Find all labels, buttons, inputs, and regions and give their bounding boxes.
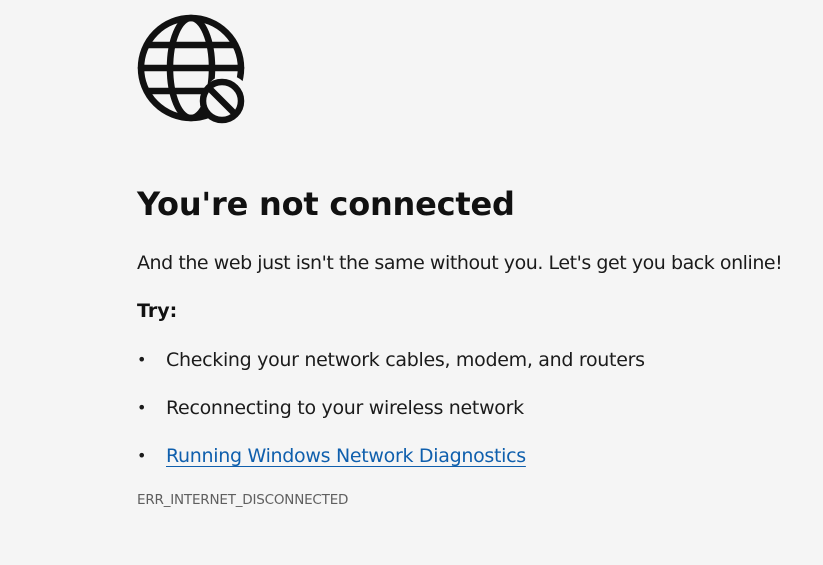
suggestion-text: Checking your network cables, modem, and… [166, 349, 645, 371]
try-label: Try: [137, 300, 178, 322]
network-diagnostics-link[interactable]: Running Windows Network Diagnostics [166, 445, 526, 467]
globe-blocked-icon [137, 14, 245, 124]
suggestion-list: • Checking your network cables, modem, a… [137, 346, 817, 470]
bullet-icon: • [137, 398, 147, 417]
suggestion-item-wireless: • Reconnecting to your wireless network [137, 394, 817, 422]
bullet-icon: • [137, 350, 147, 369]
page-subtitle: And the web just isn't the same without … [137, 252, 783, 274]
error-code: ERR_INTERNET_DISCONNECTED [137, 492, 349, 508]
suggestion-item-diagnostics: • Running Windows Network Diagnostics [137, 442, 817, 470]
suggestion-item-network-cables: • Checking your network cables, modem, a… [137, 346, 817, 374]
bullet-icon: • [137, 446, 147, 465]
error-page-content: You're not connected And the web just is… [137, 14, 817, 510]
page-title: You're not connected [137, 185, 515, 223]
suggestion-text: Reconnecting to your wireless network [166, 397, 524, 419]
